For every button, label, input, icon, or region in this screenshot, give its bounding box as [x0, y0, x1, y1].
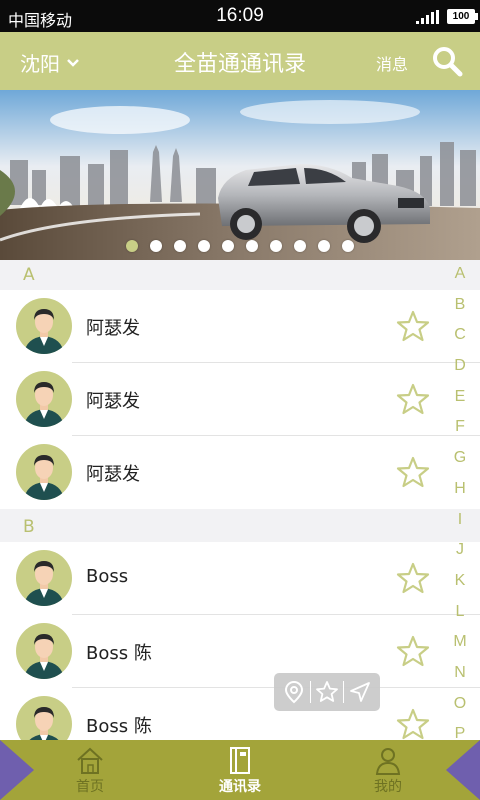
banner-image — [0, 90, 480, 260]
banner-carousel[interactable] — [0, 90, 480, 260]
tab-bar-left-edge — [0, 740, 34, 800]
favorite-star-icon[interactable] — [396, 635, 430, 667]
index-letter[interactable]: L — [456, 597, 465, 628]
contact-name: 阿瑟发 — [86, 464, 140, 485]
contact-name: Boss 陈 — [86, 716, 152, 737]
index-letter[interactable]: C — [454, 320, 466, 351]
index-letter[interactable]: D — [454, 351, 466, 382]
search-icon[interactable] — [430, 44, 464, 78]
contact-row[interactable]: Boss — [0, 542, 480, 615]
contact-name: Boss 陈 — [86, 643, 152, 664]
index-letter[interactable]: E — [455, 382, 466, 413]
favorite-star-icon[interactable] — [396, 383, 430, 415]
favorite-star-icon[interactable] — [396, 562, 430, 594]
carousel-dot[interactable] — [294, 240, 306, 252]
index-letter[interactable]: O — [454, 689, 466, 720]
avatar — [16, 623, 72, 679]
tab-mine-label: 我的 — [374, 779, 402, 795]
floating-action-bar — [274, 673, 380, 711]
contact-row[interactable]: 阿瑟发 — [0, 363, 480, 436]
divider — [310, 681, 311, 703]
index-letter[interactable]: N — [454, 658, 466, 689]
favorite-star-icon[interactable] — [396, 456, 430, 488]
avatar — [16, 444, 72, 500]
index-letter[interactable]: B — [455, 290, 466, 321]
index-letter[interactable]: I — [458, 505, 462, 536]
house-icon — [77, 747, 103, 774]
carousel-dot[interactable] — [174, 240, 186, 252]
send-icon[interactable] — [348, 680, 372, 704]
chevron-down-icon — [67, 58, 79, 67]
contact-name: 阿瑟发 — [86, 391, 140, 412]
carousel-dot[interactable] — [222, 240, 234, 252]
avatar-person-icon — [24, 561, 64, 606]
tab-home-label: 首页 — [76, 779, 104, 795]
carousel-dot[interactable] — [126, 240, 138, 252]
carousel-dot[interactable] — [150, 240, 162, 252]
carousel-dot[interactable] — [342, 240, 354, 252]
bottom-tab-bar: 首页 通讯录 我的 — [0, 740, 480, 800]
index-letter[interactable]: K — [455, 566, 466, 597]
avatar — [16, 298, 72, 354]
tab-mine[interactable]: 我的 — [348, 746, 428, 796]
avatar — [16, 696, 72, 740]
contact-row[interactable]: 阿瑟发 — [0, 290, 480, 363]
carousel-dots — [0, 240, 480, 252]
favorite-star-icon[interactable] — [396, 708, 430, 740]
signal-icon — [416, 10, 439, 24]
address-book-icon — [230, 747, 250, 774]
carousel-dot[interactable] — [246, 240, 258, 252]
avatar-person-icon — [24, 382, 64, 427]
tab-home[interactable]: 首页 — [50, 746, 130, 796]
city-label: 沈阳 — [20, 52, 60, 76]
index-letter[interactable]: A — [455, 259, 466, 290]
tab-contacts-label: 通讯录 — [219, 779, 261, 795]
index-letter[interactable]: G — [454, 443, 466, 474]
carousel-dot[interactable] — [318, 240, 330, 252]
index-letter[interactable]: M — [453, 627, 466, 658]
avatar — [16, 371, 72, 427]
avatar-person-icon — [24, 309, 64, 354]
contact-name: Boss — [86, 566, 129, 587]
index-letter[interactable]: F — [455, 412, 465, 443]
favorite-star-icon[interactable] — [396, 310, 430, 342]
messages-button[interactable]: 消息 — [376, 51, 408, 75]
avatar — [16, 550, 72, 606]
status-bar: 中国移动 16:09 100 — [0, 0, 480, 32]
location-pin-icon[interactable] — [282, 680, 306, 704]
carousel-dot[interactable] — [198, 240, 210, 252]
index-letter[interactable]: H — [454, 474, 466, 505]
contact-row[interactable]: Boss 陈 — [0, 615, 480, 688]
section-header: A — [0, 260, 480, 290]
section-header: B — [0, 512, 480, 542]
contact-row[interactable]: Boss 陈 — [0, 688, 480, 740]
avatar-person-icon — [24, 634, 64, 679]
clock: 16:09 — [216, 5, 264, 26]
app-header: 沈阳 全苗通通讯录 消息 — [0, 32, 480, 90]
carousel-dot[interactable] — [270, 240, 282, 252]
person-icon — [375, 748, 401, 775]
contact-row[interactable]: 阿瑟发 — [0, 436, 480, 509]
index-letter[interactable]: J — [456, 535, 464, 566]
contact-name: 阿瑟发 — [86, 318, 140, 339]
avatar-person-icon — [29, 707, 59, 740]
divider — [343, 681, 344, 703]
alphabet-index[interactable]: ABCDEFGHIJKLMNOP — [448, 259, 472, 750]
star-icon[interactable] — [315, 680, 339, 704]
contact-list[interactable]: A 阿瑟发 阿瑟发 阿瑟发 B Boss Boss 陈 Boss 陈 — [0, 260, 480, 740]
avatar-person-icon — [24, 455, 64, 500]
city-selector[interactable]: 沈阳 — [20, 48, 80, 77]
tab-contacts[interactable]: 通讯录 — [200, 746, 280, 796]
battery-icon: 100 — [447, 9, 478, 24]
tab-bar-right-edge — [446, 740, 480, 800]
